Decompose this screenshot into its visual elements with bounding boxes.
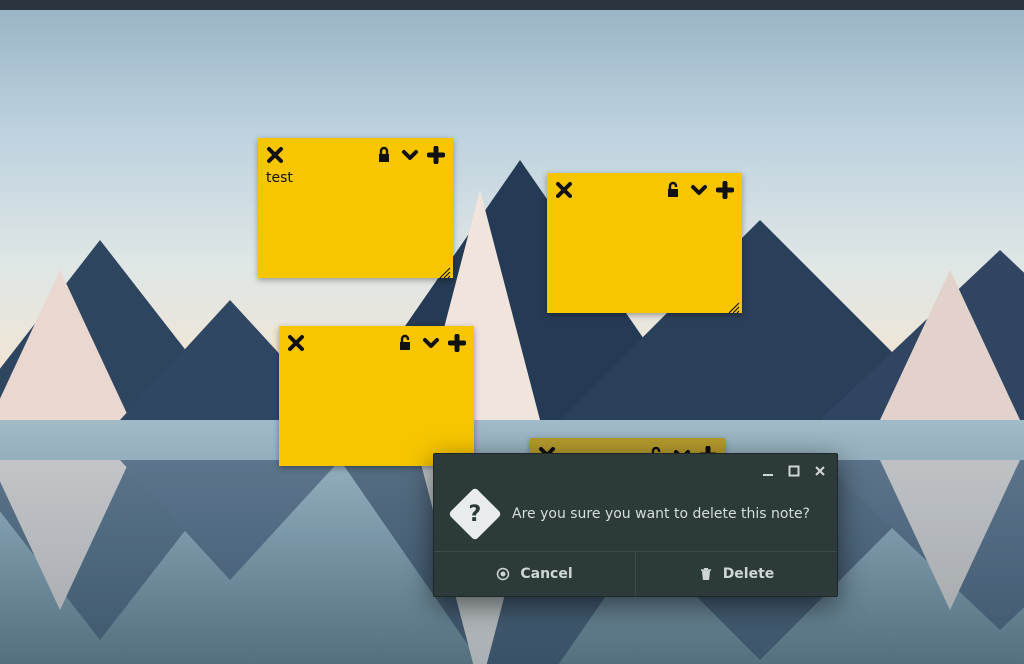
cancel-button-label: Cancel xyxy=(520,566,572,582)
cancel-button[interactable]: Cancel xyxy=(434,552,635,596)
note-header[interactable] xyxy=(547,173,742,203)
chevron-down-icon[interactable] xyxy=(401,146,419,164)
resize-handle[interactable] xyxy=(439,264,451,276)
delete-button-label: Delete xyxy=(723,566,775,582)
desktop-wallpaper: test ? Are you sure you want to delete t… xyxy=(0,0,1024,664)
note-header[interactable] xyxy=(279,326,474,356)
sticky-note[interactable] xyxy=(279,326,474,466)
dialog-titlebar[interactable] xyxy=(434,454,837,487)
chevron-down-icon[interactable] xyxy=(422,334,440,352)
note-body[interactable]: test xyxy=(258,168,453,194)
close-icon[interactable] xyxy=(287,334,305,352)
sticky-note[interactable]: test xyxy=(258,138,453,278)
delete-button[interactable]: Delete xyxy=(635,552,837,596)
trash-icon xyxy=(699,567,713,581)
maximize-icon[interactable] xyxy=(787,464,801,478)
sticky-note[interactable] xyxy=(547,173,742,313)
minimize-icon[interactable] xyxy=(761,464,775,478)
lock-icon[interactable] xyxy=(375,146,393,164)
cancel-icon xyxy=(496,567,510,581)
question-icon: ? xyxy=(448,487,502,541)
unlock-icon[interactable] xyxy=(396,334,414,352)
close-icon[interactable] xyxy=(813,464,827,478)
note-header[interactable] xyxy=(258,138,453,168)
plus-icon[interactable] xyxy=(427,146,445,164)
plus-icon[interactable] xyxy=(448,334,466,352)
close-icon[interactable] xyxy=(266,146,284,164)
unlock-icon[interactable] xyxy=(664,181,682,199)
chevron-down-icon[interactable] xyxy=(690,181,708,199)
dialog-message: Are you sure you want to delete this not… xyxy=(512,506,810,522)
note-body[interactable] xyxy=(279,356,474,366)
confirm-delete-dialog: ? Are you sure you want to delete this n… xyxy=(433,453,838,597)
close-icon[interactable] xyxy=(555,181,573,199)
note-body[interactable] xyxy=(547,203,742,213)
resize-handle[interactable] xyxy=(728,299,740,311)
plus-icon[interactable] xyxy=(716,181,734,199)
decor-mountains xyxy=(0,180,1024,420)
